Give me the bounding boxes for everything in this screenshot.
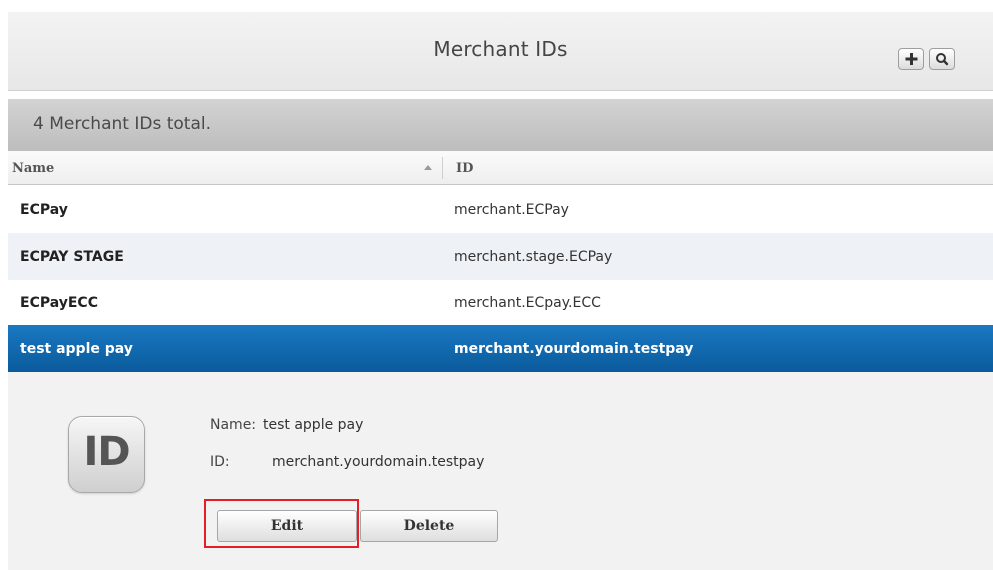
search-icon	[936, 53, 949, 66]
row-name: ECPAY STAGE	[20, 249, 124, 265]
edit-button[interactable]: Edit	[217, 510, 357, 542]
id-card-icon: ID	[68, 416, 145, 493]
plus-icon	[905, 53, 918, 65]
row-name: test apple pay	[20, 341, 133, 357]
column-header-id[interactable]: ID	[456, 161, 473, 176]
delete-button[interactable]: Delete	[360, 510, 498, 542]
row-id: merchant.ECPay	[454, 202, 569, 218]
table-header: Name ID	[8, 151, 993, 185]
add-button[interactable]	[898, 48, 924, 70]
detail-id-value: merchant.yourdomain.testpay	[272, 454, 485, 470]
merchant-ids-page: Merchant IDs 4 Merchant IDs total. Name …	[0, 0, 993, 570]
detail-name-label: Name:	[210, 417, 257, 433]
page-title: Merchant IDs	[433, 37, 568, 61]
table-row[interactable]: ECPAY STAGE merchant.stage.ECPay	[8, 233, 993, 280]
column-divider	[442, 157, 443, 179]
table-row-selected[interactable]: test apple pay merchant.yourdomain.testp…	[8, 325, 993, 372]
row-id: merchant.stage.ECPay	[454, 249, 613, 265]
sort-ascending-icon[interactable]	[424, 165, 432, 170]
row-name: ECPayECC	[20, 295, 98, 311]
summary-bar: 4 Merchant IDs total.	[8, 99, 993, 151]
detail-id-label: ID:	[210, 454, 230, 470]
row-name: ECPay	[20, 202, 68, 218]
column-header-name[interactable]: Name	[12, 161, 54, 176]
row-id: merchant.yourdomain.testpay	[454, 341, 694, 357]
total-count-text: 4 Merchant IDs total.	[33, 114, 211, 134]
table-row[interactable]: ECPay merchant.ECPay	[8, 186, 993, 233]
search-button[interactable]	[929, 48, 955, 70]
row-id: merchant.ECpay.ECC	[454, 295, 601, 311]
id-icon-label: ID	[83, 429, 130, 475]
detail-name-value: test apple pay	[263, 417, 364, 433]
table-row[interactable]: ECPayECC merchant.ECpay.ECC	[8, 279, 993, 326]
page-header: Merchant IDs	[8, 12, 993, 91]
detail-panel: ID Name: test apple pay ID: merchant.you…	[8, 372, 993, 570]
